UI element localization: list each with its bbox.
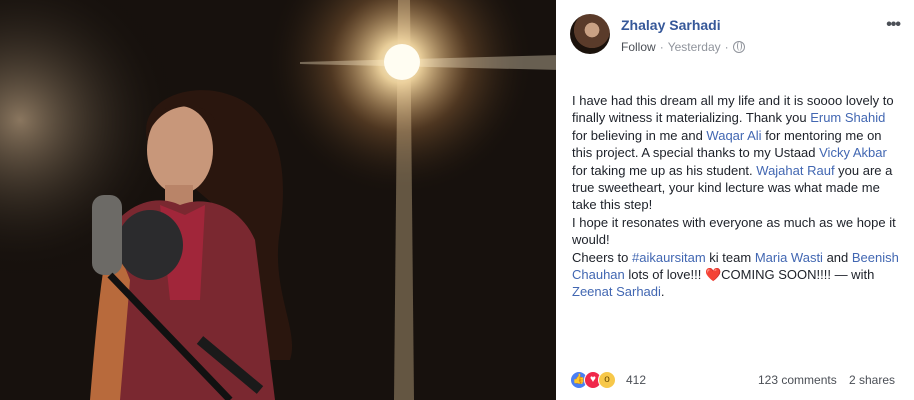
tag-waqar-ali[interactable]: Waqar Ali: [706, 128, 761, 143]
tag-vicky-akbar[interactable]: Vicky Akbar: [819, 145, 887, 160]
globe-icon[interactable]: [732, 41, 745, 53]
post-text-segment: for believing in me and: [572, 127, 707, 143]
tag-maria-wasti[interactable]: Maria Wasti: [755, 250, 823, 265]
comments-link[interactable]: 123 comments: [758, 373, 837, 387]
post-text-segment: for taking me up as his student.: [572, 162, 757, 178]
post-meta: Follow · Yesterday ·: [621, 40, 745, 54]
photo-illustration: [0, 0, 556, 400]
post-text-segment: and: [822, 249, 852, 265]
post-text-segment: .: [660, 284, 665, 300]
meta-separator: ·: [659, 40, 664, 54]
post-time[interactable]: Yesterday: [668, 40, 721, 54]
post-text-segment: Cheers to: [572, 249, 632, 265]
heart-icon: ❤️: [704, 267, 722, 283]
author-name[interactable]: Zhalay Sarhadi: [621, 17, 721, 33]
tag-wajahat-rauf[interactable]: Wajahat Rauf: [756, 163, 834, 178]
ellipsis-icon[interactable]: •••: [886, 16, 901, 34]
wow-icon: o: [598, 371, 616, 389]
hashtag-aikaursitam[interactable]: #aikaursitam: [632, 250, 706, 265]
post-photo[interactable]: [0, 0, 556, 400]
meta-separator: ·: [724, 40, 729, 54]
post-text-segment: COMING SOON!!!! — with: [721, 267, 875, 283]
post-text-segment: ki team: [705, 249, 755, 265]
post-text-segment: lots of love!!!: [624, 267, 705, 283]
post-text-line: I hope it resonates with everyone as muc…: [572, 214, 896, 248]
follow-button[interactable]: Follow: [621, 40, 656, 54]
tag-zeenat-sarhadi[interactable]: Zeenat Sarhadi: [572, 284, 661, 299]
shares-link[interactable]: 2 shares: [849, 373, 895, 387]
post-side-panel: Zhalay Sarhadi Follow · Yesterday · ••• …: [556, 0, 914, 400]
reaction-icons[interactable]: 👍 ♥ o: [570, 371, 616, 389]
tag-erum-shahid[interactable]: Erum Shahid: [810, 110, 885, 125]
reaction-count[interactable]: 412: [626, 373, 646, 387]
post-text: I have had this dream all my life and it…: [572, 92, 902, 301]
avatar[interactable]: [570, 14, 610, 54]
